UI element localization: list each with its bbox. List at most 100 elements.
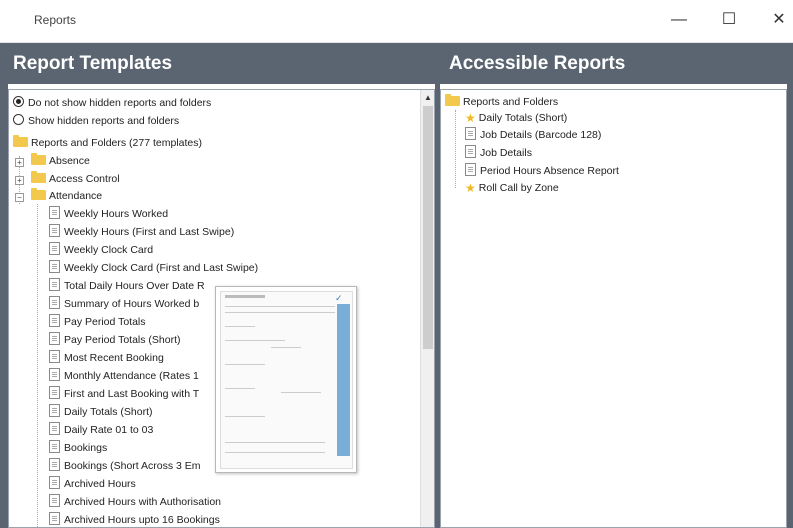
tree-item-label: Archived Hours upto 16 Bookings [64,514,220,526]
document-icon [49,350,60,363]
tree-root-label: Reports and Folders (277 templates) [31,137,202,149]
window-title: Reports [34,13,77,27]
tree-item-label: Period Hours Absence Report [480,165,619,177]
document-icon [465,145,476,158]
close-button[interactable]: ✕ [765,9,793,31]
document-icon [465,163,476,176]
tree-item-label: Daily Totals (Short) [64,406,153,418]
tree-item[interactable]: ★ Roll Call by Zone [465,180,559,197]
preview-check-icon: ✓ [335,293,343,303]
tree-item-label: Summary of Hours Worked b [64,298,200,310]
radio-unselected-icon[interactable] [13,114,24,125]
tree-folder-access-control[interactable]: + Access Control [13,171,213,188]
tree-item-label: Weekly Hours Worked [64,208,169,220]
tree-folder-label: Access Control [49,173,120,185]
tree-item[interactable]: Daily Totals (Short) [49,404,153,421]
tree-item[interactable]: Daily Rate 01 to 03 [49,422,153,439]
document-icon [49,494,60,507]
document-icon [49,512,60,525]
document-icon [465,127,476,140]
tree-item[interactable]: Pay Period Totals [49,314,146,331]
tree-root[interactable]: Reports and Folders (277 templates) [13,135,202,152]
tree-item[interactable]: Most Recent Booking [49,350,164,367]
title-bar: Reports — ☐ ✕ [0,0,793,43]
document-icon [49,458,60,471]
tree-item[interactable]: Bookings (Short Across 3 Em [49,458,201,475]
hide-hidden-option[interactable]: Do not show hidden reports and folders [13,96,211,109]
expand-icon[interactable]: + [15,158,24,167]
tree-folder-absence[interactable]: + Absence [13,153,213,170]
document-icon [49,422,60,435]
preview-line [225,312,335,313]
tree-item-label: Job Details (Barcode 128) [480,129,602,141]
show-hidden-label: Show hidden reports and folders [28,115,180,127]
maximize-button[interactable]: ☐ [715,9,743,31]
tree-item-label: Bookings [64,442,108,454]
preview-line [225,306,335,307]
tree-item[interactable]: Total Daily Hours Over Date R [49,278,205,295]
tree-item[interactable]: Weekly Hours (First and Last Swipe) [49,224,234,241]
expand-icon[interactable]: + [15,176,24,185]
tree-item[interactable]: Summary of Hours Worked b [49,296,199,313]
minimize-button[interactable]: — [665,9,693,31]
document-icon [49,242,60,255]
tree-item[interactable]: Job Details (Barcode 128) [465,127,601,144]
document-icon [49,332,60,345]
show-hidden-option[interactable]: Show hidden reports and folders [13,114,179,127]
document-icon [49,440,60,453]
hide-hidden-label: Do not show hidden reports and folders [28,97,212,109]
scroll-thumb[interactable] [423,106,433,349]
tree-item-label: Pay Period Totals [64,316,146,328]
tree-item-label: Archived Hours [64,478,136,490]
tree-root[interactable]: Reports and Folders [445,94,558,111]
vertical-scrollbar[interactable]: ▲ [420,90,434,527]
tree-item[interactable]: Job Details [465,145,532,162]
tree-item-label: Monthly Attendance (Rates 1 [64,370,199,382]
accessible-reports-panel: Reports and Folders ★ Daily Totals (Short… [440,89,787,528]
tree-folder-label: Absence [49,155,90,167]
scroll-up-arrow-icon[interactable]: ▲ [421,92,434,104]
document-icon [49,206,60,219]
report-templates-header: Report Templates [8,43,435,84]
collapse-icon[interactable]: − [15,193,24,202]
tree-item[interactable]: Period Hours Absence Report [465,163,619,180]
preview-line [225,340,285,341]
accessible-reports-header: Accessible Reports [440,43,787,84]
frame-right [787,43,793,528]
tree-folder-attendance[interactable]: − Attendance [13,188,213,205]
preview-line [225,364,265,365]
folder-icon [31,188,46,200]
star-icon: ★ [465,181,476,195]
tree-folder-label: Attendance [49,190,103,202]
tree-item[interactable]: Weekly Clock Card [49,242,153,259]
preview-line [225,442,325,443]
folder-icon [31,171,46,183]
radio-selected-icon[interactable] [13,96,24,107]
tree-item[interactable]: First and Last Booking with T [49,386,199,403]
tree-line [455,110,456,188]
tree-item-label: Bookings (Short Across 3 Em [64,460,201,472]
star-icon: ★ [465,111,476,125]
tree-item[interactable]: Weekly Hours Worked [49,206,168,223]
document-icon [49,404,60,417]
report-preview-thumbnail: ✓ [215,286,357,473]
document-icon [49,314,60,327]
tree-item[interactable]: Monthly Attendance (Rates 1 [49,368,199,385]
preview-line [225,416,265,417]
document-icon [49,278,60,291]
tree-item-label: Pay Period Totals (Short) [64,334,181,346]
tree-item[interactable]: Pay Period Totals (Short) [49,332,181,349]
tree-item[interactable]: Bookings [49,440,107,457]
preview-highlight-column [337,304,350,456]
tree-item[interactable]: Archived Hours [49,476,136,493]
tree-item-label: Most Recent Booking [64,352,164,364]
tree-item[interactable]: ★ Daily Totals (Short) [465,110,567,127]
reports-window: Reports — ☐ ✕ Report Templates Accessibl… [0,0,793,528]
preview-line [225,388,255,389]
document-icon [49,386,60,399]
tree-item[interactable]: Archived Hours with Authorisation [49,494,221,511]
document-icon [49,260,60,273]
preview-line [281,392,321,393]
tree-item[interactable]: Weekly Clock Card (First and Last Swipe) [49,260,258,277]
tree-item[interactable]: Archived Hours upto 16 Bookings [49,512,220,527]
